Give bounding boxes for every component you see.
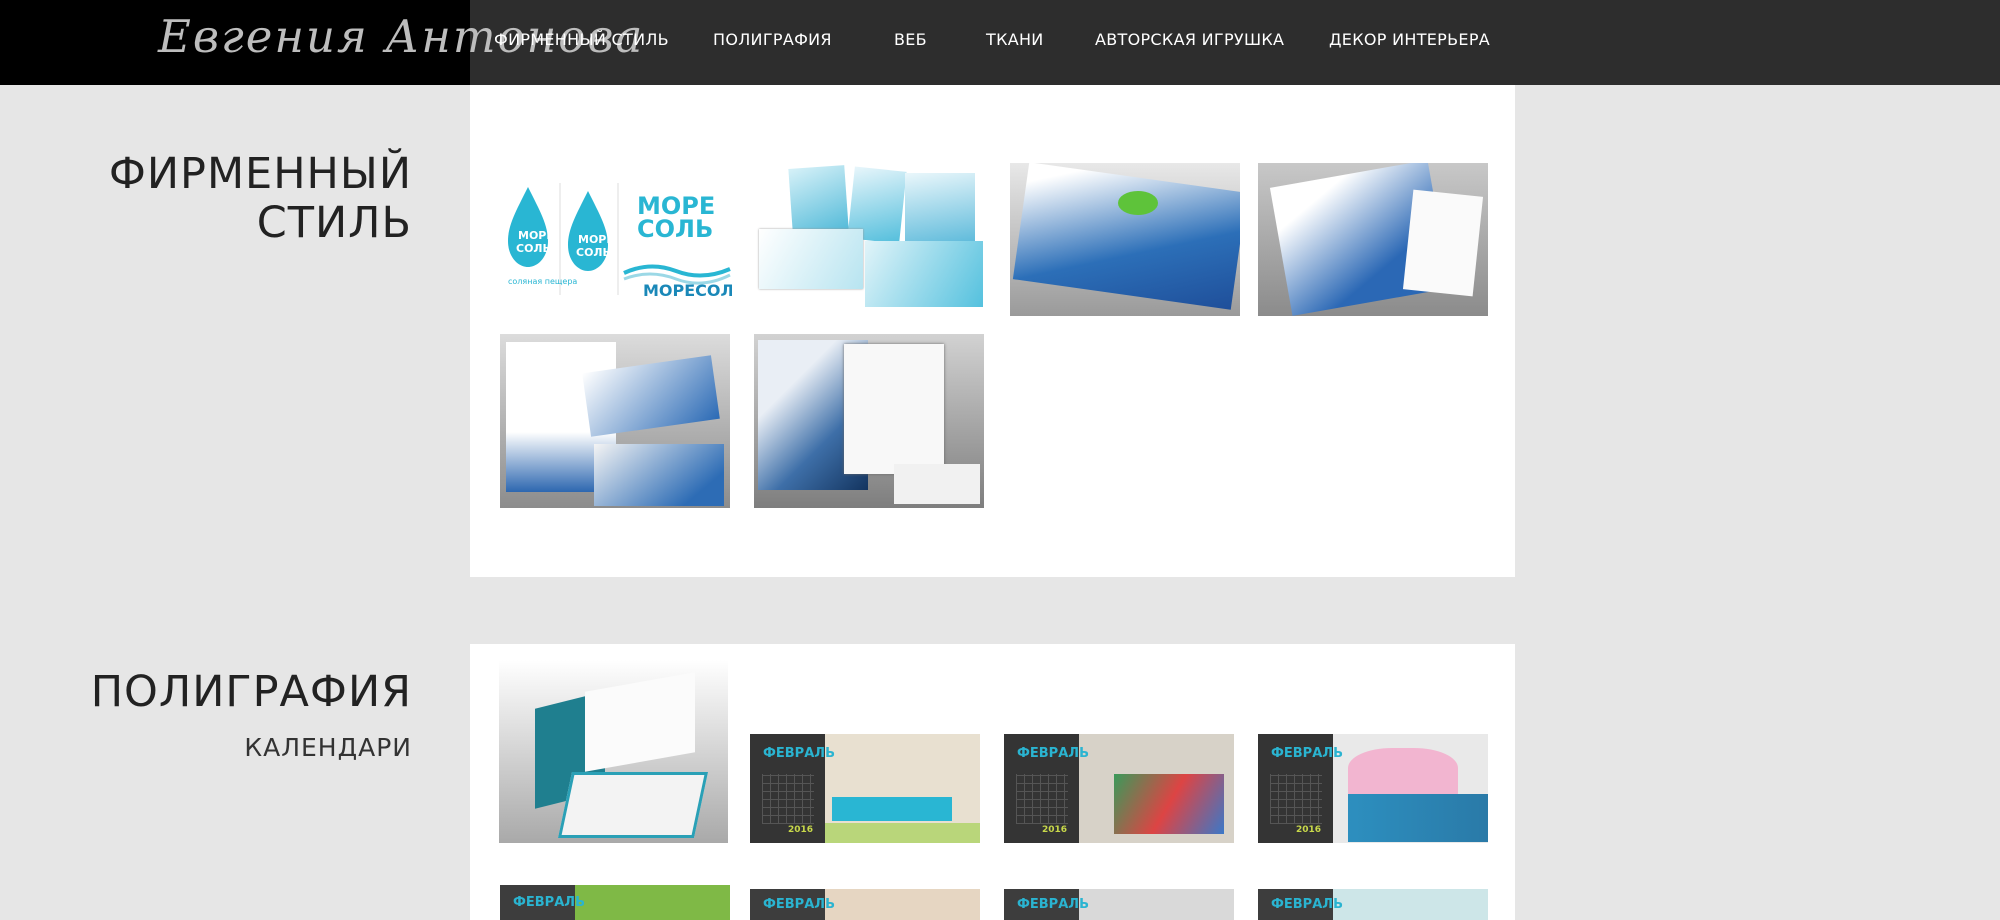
calendar-bottom-strip [825, 823, 980, 843]
calendar-month-label: ФЕВРАЛЬ [513, 895, 585, 910]
envelope-art [894, 464, 980, 504]
site-logo[interactable]: Евгения Антонова [0, 0, 642, 85]
portfolio-tile-stationery-lux[interactable] [754, 334, 984, 508]
leaflet-card [759, 229, 863, 289]
portfolio-tile-stationery-blue[interactable] [500, 334, 730, 508]
calendar-grid [762, 774, 814, 824]
portfolio-tile-calendar-february-1[interactable]: ФЕВРАЛЬ 2016 [750, 734, 980, 843]
portfolio-tile-calendar-february-7[interactable]: ФЕВРАЛЬ [1258, 889, 1488, 920]
section-title-brand: ФИРМЕННЫЙ СТИЛЬ [12, 150, 412, 248]
section-title-brand-line2: СТИЛЬ [256, 198, 412, 248]
leaflet-card [865, 241, 983, 307]
portfolio-tile-salesdesktop[interactable] [1010, 163, 1240, 316]
brand-style-panel: МОРЕ СОЛЬ соляная пещера МОРЕ СОЛЬ МОРЕ … [470, 85, 1515, 577]
logo-drop2-word-1: МОРЕ [578, 233, 614, 246]
portfolio-tile-calendar-february-3[interactable]: ФЕВРАЛЬ 2016 [1258, 734, 1488, 843]
calendar-month-label: ФЕВРАЛЬ [1017, 897, 1089, 912]
calendar-month-label: ФЕВРАЛЬ [763, 746, 835, 761]
portfolio-tile-calendar-february-5[interactable]: ФЕВРАЛЬ [750, 889, 980, 920]
calendar-page-art [585, 672, 695, 772]
calendar-grid [1270, 774, 1322, 824]
nav-item-fabrics[interactable]: ТКАНИ [986, 30, 1044, 49]
portfolio-tile-calendar-february-4[interactable]: ФЕВРАЛЬ [500, 885, 730, 920]
portfolio-tile-calendar-february-6[interactable]: ФЕВРАЛЬ [1004, 889, 1234, 920]
calendar-note-box [832, 797, 952, 821]
logo-drop-caption: соляная пещера [508, 277, 578, 286]
calendar-month-label: ФЕВРАЛЬ [1017, 746, 1089, 761]
logo-wide-text: МОРЕСОЛЬ [643, 281, 732, 300]
calendar-month-label: ФЕВРАЛЬ [1271, 746, 1343, 761]
nav-item-printing[interactable]: ПОЛИГРАФИЯ [713, 30, 832, 49]
section-subtitle-calendars: КАЛЕНДАРИ [244, 733, 412, 762]
logo-drop2-word-2: СОЛЬ [576, 246, 611, 259]
badge-shape [1118, 191, 1158, 215]
illustration-art [1348, 794, 1488, 842]
card-art [594, 444, 724, 506]
calendar-base-art [557, 772, 709, 838]
logo-drop-word-2: СОЛЬ [516, 242, 551, 255]
calendar-year-label: 2016 [1042, 825, 1068, 835]
nav-item-brand-style[interactable]: ФИРМЕННЫЙ СТИЛЬ [494, 30, 669, 49]
portfolio-tile-calendar-february-2[interactable]: ФЕВРАЛЬ 2016 [1004, 734, 1234, 843]
nav-item-web[interactable]: ВЕБ [894, 30, 927, 49]
logo-block-word-2: СОЛЬ [637, 215, 714, 243]
portfolio-tile-invisiblecrm[interactable] [1258, 163, 1488, 316]
brochure-art [1402, 189, 1484, 297]
top-bar: Евгения Антонова ФИРМЕННЫЙ СТИЛЬ ПОЛИГРА… [0, 0, 2000, 85]
logo-block-word-1: МОРЕ [637, 192, 716, 220]
section-title-printing: ПОЛИГРАФИЯ [90, 667, 412, 717]
portfolio-tile-desk-calendar[interactable] [499, 660, 728, 843]
portfolio-tile-more-sol-leaflets[interactable] [755, 163, 985, 308]
document-art [844, 344, 944, 474]
brochure-art [1012, 163, 1240, 310]
section-title-brand-line1: ФИРМЕННЫЙ [108, 149, 412, 199]
calendar-month-label: ФЕВРАЛЬ [1271, 897, 1343, 912]
calendar-grid [1016, 774, 1068, 824]
logo-drop-word-1: МОРЕ [518, 229, 554, 242]
nav-item-author-toy[interactable]: АВТОРСКАЯ ИГРУШКА [1095, 30, 1284, 49]
printing-panel: ФЕВРАЛЬ 2016 ФЕВРАЛЬ 2016 ФЕВРАЛЬ 2016 Ф… [470, 644, 1515, 920]
illustration-art [1348, 748, 1458, 798]
calendar-month-label: ФЕВРАЛЬ [763, 897, 835, 912]
nav-item-interior-decor[interactable]: ДЕКОР ИНТЕРЬЕРА [1329, 30, 1490, 49]
calendar-year-label: 2016 [788, 825, 814, 835]
calendar-year-label: 2016 [1296, 825, 1322, 835]
illustration-art [1114, 774, 1224, 834]
portfolio-tile-more-sol-logos[interactable]: МОРЕ СОЛЬ соляная пещера МОРЕ СОЛЬ МОРЕ … [500, 175, 732, 305]
